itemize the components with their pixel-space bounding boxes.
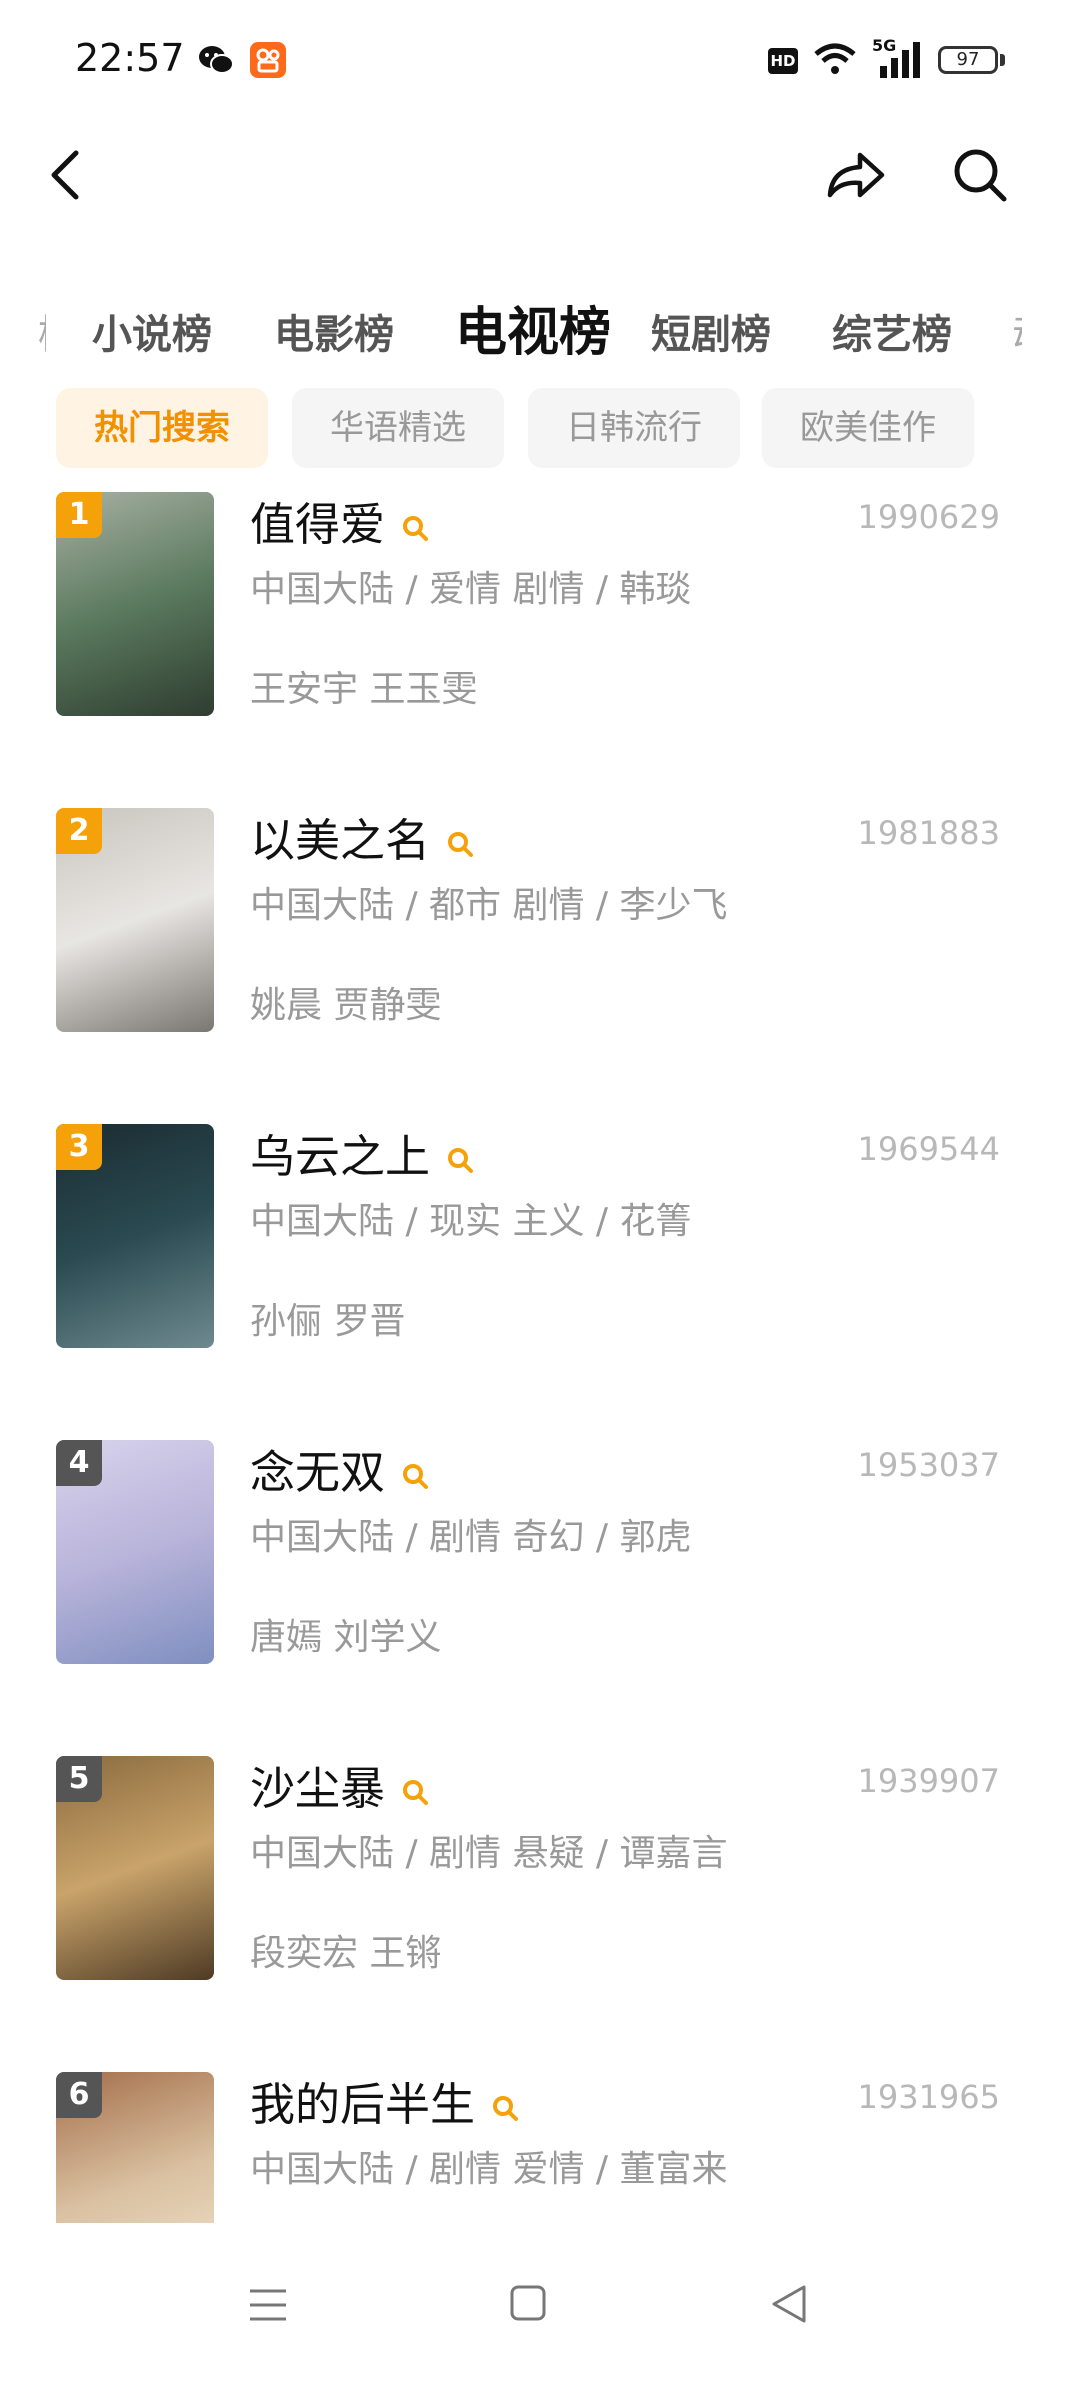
- chip-hot-search[interactable]: 热门搜索: [56, 388, 268, 468]
- title-row[interactable]: 沙尘暴: [250, 1752, 429, 1817]
- rank-badge: 1: [56, 492, 102, 538]
- filter-chips: 热门搜索 华语精选 日韩流行 欧美佳作: [0, 388, 1080, 470]
- chip-jp-kr[interactable]: 日韩流行: [528, 388, 740, 468]
- tab-partial-right: 动: [1012, 302, 1022, 360]
- search-icon[interactable]: [446, 830, 474, 858]
- tab-variety[interactable]: 综艺榜: [832, 302, 952, 360]
- item-cast: 王安宇 王玉雯: [250, 669, 478, 710]
- chip-western[interactable]: 欧美佳作: [762, 388, 974, 468]
- title-row[interactable]: 乌云之上: [250, 1120, 474, 1185]
- status-bar: 22:57 HD 5G 97: [0, 0, 1080, 120]
- list-item[interactable]: 3 乌云之上 1969544 中国大陆 / 现实 主义 / 花箐 孙俪 罗晋: [0, 1120, 1080, 1436]
- signal-icon: [880, 42, 920, 78]
- battery-tip: [1000, 54, 1005, 66]
- item-title: 我的后半生: [250, 2078, 476, 2131]
- tab-movie[interactable]: 电影榜: [274, 302, 394, 360]
- tab-novel[interactable]: 小说榜: [92, 302, 212, 360]
- search-icon[interactable]: [401, 514, 429, 542]
- search-icon[interactable]: [401, 1778, 429, 1806]
- system-nav-bar: [0, 2225, 1080, 2400]
- back-triangle-icon[interactable]: [768, 2283, 810, 2325]
- item-meta: 中国大陆 / 现实 主义 / 花箐: [250, 1201, 692, 1242]
- item-score: 1981883: [857, 814, 1000, 852]
- battery-icon: 97: [938, 46, 998, 74]
- item-title: 念无双: [250, 1446, 386, 1499]
- search-icon[interactable]: [401, 1462, 429, 1490]
- tab-partial-left: 榜: [38, 302, 46, 360]
- item-meta: 中国大陆 / 剧情 爱情 / 董富来: [250, 2149, 728, 2190]
- item-cast: 唐嫣 刘学义: [250, 1617, 442, 1658]
- hd-badge: HD: [768, 48, 798, 74]
- item-score: 1939907: [857, 1762, 1000, 1800]
- item-score: 1953037: [857, 1446, 1000, 1484]
- menu-icon[interactable]: [248, 2285, 288, 2325]
- kuaishou-icon: [250, 42, 286, 78]
- list-item[interactable]: 1 值得爱 1990629 中国大陆 / 爱情 剧情 / 韩琰 王安宇 王玉雯: [0, 488, 1080, 804]
- item-title: 值得爱: [250, 498, 386, 551]
- item-title: 以美之名: [250, 814, 431, 867]
- item-meta: 中国大陆 / 剧情 奇幻 / 郭虎: [250, 1517, 692, 1558]
- status-time: 22:57: [75, 36, 185, 80]
- rank-badge: 5: [56, 1756, 102, 1802]
- tab-short-drama[interactable]: 短剧榜: [651, 302, 771, 360]
- chip-chinese[interactable]: 华语精选: [292, 388, 504, 468]
- rank-badge: 3: [56, 1124, 102, 1170]
- search-icon[interactable]: [491, 2094, 519, 2122]
- search-button[interactable]: [950, 145, 1010, 205]
- wechat-icon: [199, 46, 234, 74]
- title-row[interactable]: 念无双: [250, 1436, 429, 1501]
- back-button[interactable]: [40, 145, 90, 205]
- rank-badge: 4: [56, 1440, 102, 1486]
- item-cast: 孙俪 罗晋: [250, 1301, 406, 1342]
- wifi-icon: [814, 43, 856, 74]
- tab-tv[interactable]: 电视榜: [455, 290, 611, 365]
- item-meta: 中国大陆 / 爱情 剧情 / 韩琰: [250, 569, 692, 610]
- title-row[interactable]: 以美之名: [250, 804, 474, 869]
- title-row[interactable]: 我的后半生: [250, 2068, 519, 2133]
- title-row[interactable]: 值得爱: [250, 488, 429, 553]
- list-item[interactable]: 6 我的后半生 1931965 中国大陆 / 剧情 爱情 / 董富来: [0, 2068, 1080, 2223]
- item-score: 1931965: [857, 2078, 1000, 2116]
- list-item[interactable]: 2 以美之名 1981883 中国大陆 / 都市 剧情 / 李少飞 姚晨 贾静雯: [0, 804, 1080, 1120]
- item-title: 乌云之上: [250, 1130, 431, 1183]
- category-tabs: 榜 小说榜 电影榜 电视榜 短剧榜 综艺榜 动: [0, 280, 1080, 370]
- item-meta: 中国大陆 / 都市 剧情 / 李少飞: [250, 885, 728, 926]
- search-icon[interactable]: [446, 1146, 474, 1174]
- item-score: 1990629: [857, 498, 1000, 536]
- list-item[interactable]: 5 沙尘暴 1939907 中国大陆 / 剧情 悬疑 / 谭嘉言 段奕宏 王锵: [0, 1752, 1080, 2068]
- ranking-list: 1 值得爱 1990629 中国大陆 / 爱情 剧情 / 韩琰 王安宇 王玉雯 …: [0, 488, 1080, 2223]
- item-title: 沙尘暴: [250, 1762, 386, 1815]
- rank-badge: 6: [56, 2072, 102, 2118]
- list-item[interactable]: 4 念无双 1953037 中国大陆 / 剧情 奇幻 / 郭虎 唐嫣 刘学义: [0, 1436, 1080, 1752]
- rank-badge: 2: [56, 808, 102, 854]
- item-cast: 姚晨 贾静雯: [250, 985, 442, 1026]
- item-score: 1969544: [857, 1130, 1000, 1168]
- share-button[interactable]: [822, 145, 888, 205]
- home-square-icon[interactable]: [508, 2283, 548, 2323]
- item-cast: 段奕宏 王锵: [250, 1933, 442, 1974]
- item-meta: 中国大陆 / 剧情 悬疑 / 谭嘉言: [250, 1833, 728, 1874]
